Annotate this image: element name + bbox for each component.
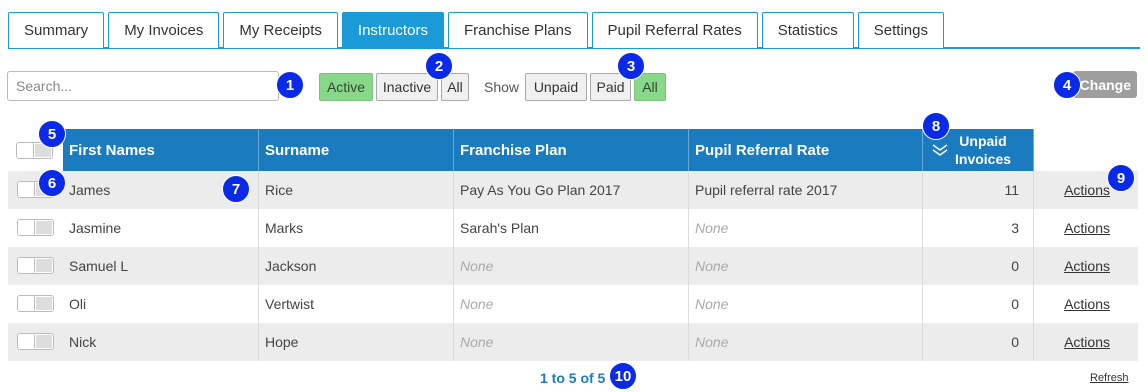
cell-unpaid-invoices: 0	[923, 323, 1034, 361]
cell-pupil-referral-rate: None	[689, 323, 923, 361]
filter-unpaid-button[interactable]: Unpaid	[525, 73, 587, 101]
tab-bar: Summary My Invoices My Receipts Instruct…	[8, 12, 1140, 49]
tab-instructors[interactable]: Instructors	[341, 12, 444, 48]
callout-marker-8: 8	[922, 112, 950, 140]
cell-franchise-plan: None	[454, 285, 689, 323]
table-row: Oli Vertwist None None 0 Actions	[8, 285, 1138, 323]
header-franchise-plan[interactable]: Franchise Plan	[454, 129, 689, 171]
cell-franchise-plan: Pay As You Go Plan 2017	[454, 171, 689, 209]
cell-unpaid-invoices: 0	[923, 247, 1034, 285]
callout-marker-7: 7	[222, 175, 250, 203]
header-invoices-label: Invoices	[955, 151, 1012, 167]
cell-surname: Jackson	[259, 247, 454, 285]
cell-franchise-plan: Sarah's Plan	[454, 209, 689, 247]
tab-my-receipts[interactable]: My Receipts	[223, 12, 338, 48]
callout-marker-9: 9	[1107, 164, 1135, 192]
search-input[interactable]	[7, 71, 279, 101]
table-row: Nick Hope None None 0 Actions	[8, 323, 1138, 361]
cell-first-name: Nick	[63, 323, 259, 361]
cell-surname: Vertwist	[259, 285, 454, 323]
cell-pupil-referral-rate: None	[689, 247, 923, 285]
callout-marker-6: 6	[38, 169, 66, 197]
header-pupil-referral-rate[interactable]: Pupil Referral Rate	[689, 129, 923, 171]
filter-inactive-button[interactable]: Inactive	[376, 73, 438, 101]
cell-franchise-plan: None	[454, 247, 689, 285]
cell-franchise-plan: None	[454, 323, 689, 361]
tab-statistics[interactable]: Statistics	[761, 12, 854, 48]
callout-marker-3: 3	[617, 52, 645, 80]
row-select-toggle[interactable]	[17, 333, 54, 350]
callout-marker-5: 5	[38, 120, 66, 148]
cell-surname: Marks	[259, 209, 454, 247]
tab-franchise-plans[interactable]: Franchise Plans	[447, 12, 588, 48]
cell-pupil-referral-rate: None	[689, 285, 923, 323]
chevron-double-down-icon	[932, 144, 948, 156]
cell-unpaid-invoices: 11	[923, 171, 1034, 209]
row-select-toggle[interactable]	[17, 257, 54, 274]
cell-unpaid-invoices: 3	[923, 209, 1034, 247]
cell-first-name: Jasmine	[63, 209, 259, 247]
tab-summary[interactable]: Summary	[8, 12, 105, 48]
header-surname[interactable]: Surname	[259, 129, 454, 171]
show-label: Show	[484, 79, 520, 95]
table-row: James Rice Pay As You Go Plan 2017 Pupil…	[8, 171, 1138, 209]
callout-marker-10: 10	[609, 362, 637, 390]
table-row: Jasmine Marks Sarah's Plan None 3 Action…	[8, 209, 1138, 247]
actions-link[interactable]: Actions	[1064, 182, 1110, 198]
refresh-link[interactable]: Refresh	[1090, 372, 1129, 384]
row-select-toggle[interactable]	[17, 295, 54, 312]
actions-link[interactable]: Actions	[1064, 334, 1110, 350]
cell-surname: Hope	[259, 323, 454, 361]
callout-marker-1: 1	[276, 71, 304, 99]
cell-first-name: Samuel L	[63, 247, 259, 285]
cell-pupil-referral-rate: Pupil referral rate 2017	[689, 171, 923, 209]
filter-active-button[interactable]: Active	[319, 73, 373, 101]
header-first-names[interactable]: First Names	[63, 129, 259, 171]
actions-link[interactable]: Actions	[1064, 258, 1110, 274]
tab-settings[interactable]: Settings	[857, 12, 944, 48]
cell-surname: Rice	[259, 171, 454, 209]
cell-pupil-referral-rate: None	[689, 209, 923, 247]
pagination-summary: 1 to 5 of 5	[540, 370, 606, 386]
row-select-toggle[interactable]	[17, 219, 54, 236]
header-unpaid-label: Unpaid	[959, 133, 1007, 149]
callout-marker-4: 4	[1053, 71, 1081, 99]
change-button[interactable]: Change	[1073, 71, 1137, 98]
table-row: Samuel L Jackson None None 0 Actions	[8, 247, 1138, 285]
cell-unpaid-invoices: 0	[923, 285, 1034, 323]
tab-my-invoices[interactable]: My Invoices	[108, 12, 220, 48]
actions-link[interactable]: Actions	[1064, 296, 1110, 312]
tab-pupil-referral-rates[interactable]: Pupil Referral Rates	[591, 12, 758, 48]
cell-first-name: Oli	[63, 285, 259, 323]
callout-marker-2: 2	[425, 52, 453, 80]
actions-link[interactable]: Actions	[1064, 220, 1110, 236]
